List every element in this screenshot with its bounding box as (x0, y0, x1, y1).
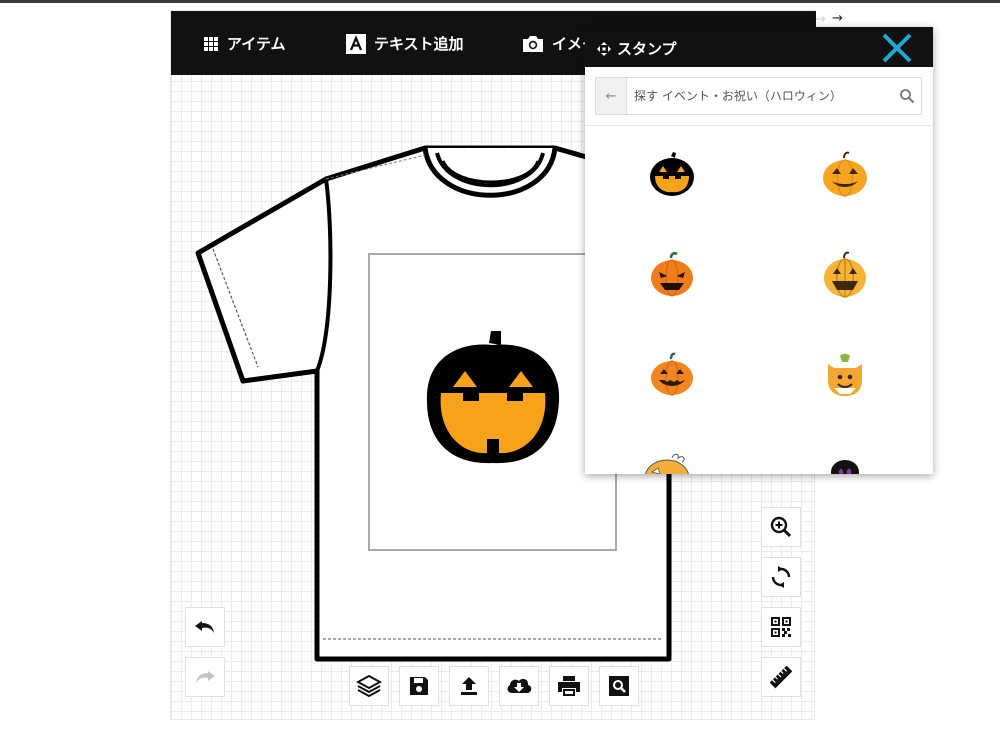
ruler-button[interactable] (761, 657, 801, 697)
add-text-button[interactable]: テキスト追加 (346, 33, 464, 54)
zoom-in-icon (770, 516, 792, 538)
stamp-panel: スタンプ ← (585, 27, 933, 474)
redo-button[interactable] (185, 657, 225, 697)
item-menu-label: アイテム (227, 35, 286, 53)
item-menu-button[interactable]: アイテム (203, 33, 286, 54)
dark-ghost-icon[interactable] (820, 450, 870, 474)
qr-code-button[interactable] (761, 607, 801, 647)
preview-button[interactable] (599, 666, 639, 706)
zoom-in-button[interactable] (761, 507, 801, 547)
ruler-icon (769, 665, 793, 689)
text-a-icon (346, 33, 366, 54)
cloud-download-button[interactable] (499, 666, 539, 706)
rotate-icon (771, 566, 791, 588)
top-border (0, 0, 1000, 3)
move-arrows-icon (597, 41, 611, 56)
pumpkin-striped-icon[interactable] (820, 250, 870, 300)
pumpkin-orange-icon[interactable] (820, 150, 870, 200)
close-icon[interactable] (881, 32, 913, 64)
pumpkin-black-outline-icon[interactable] (647, 150, 697, 200)
camera-icon (523, 35, 543, 52)
stamp-search-input[interactable] (634, 78, 894, 114)
print-button[interactable] (549, 666, 589, 706)
pumpkin-outline-icon[interactable] (642, 450, 692, 474)
grid-icon (204, 36, 218, 51)
add-text-label: テキスト追加 (374, 35, 464, 53)
stamp-panel-title-text: スタンプ (617, 40, 677, 58)
stamp-panel-title: スタンプ (597, 38, 677, 59)
preview-search-icon (609, 676, 629, 696)
save-button[interactable] (399, 666, 439, 706)
panel-divider (585, 125, 933, 126)
cloud-download-icon (507, 678, 532, 693)
stamp-panel-header: スタンプ (585, 27, 933, 67)
pumpkin-ghost-icon[interactable] (820, 350, 870, 400)
layers-icon (356, 674, 382, 698)
upload-icon (461, 677, 477, 695)
undo-icon (195, 621, 214, 633)
arrow-right-faded-icon: → (815, 12, 826, 27)
stamp-search-box: ← (595, 77, 922, 115)
layers-button[interactable] (349, 666, 389, 706)
rotate-button[interactable] (761, 557, 801, 597)
undo-button[interactable] (185, 607, 225, 647)
bottom-toolbar (349, 666, 639, 706)
save-icon (410, 677, 428, 695)
upload-button[interactable] (449, 666, 489, 706)
back-arrow-button[interactable]: ← (596, 78, 627, 114)
pumpkin-dark-eyes-icon[interactable] (647, 250, 697, 300)
arrow-right-icon: → (832, 11, 843, 26)
pumpkin-small-icon[interactable] (647, 350, 697, 400)
search-icon[interactable] (899, 88, 915, 104)
qr-code-icon (771, 617, 791, 637)
print-icon (558, 676, 580, 696)
redo-icon (196, 671, 215, 683)
